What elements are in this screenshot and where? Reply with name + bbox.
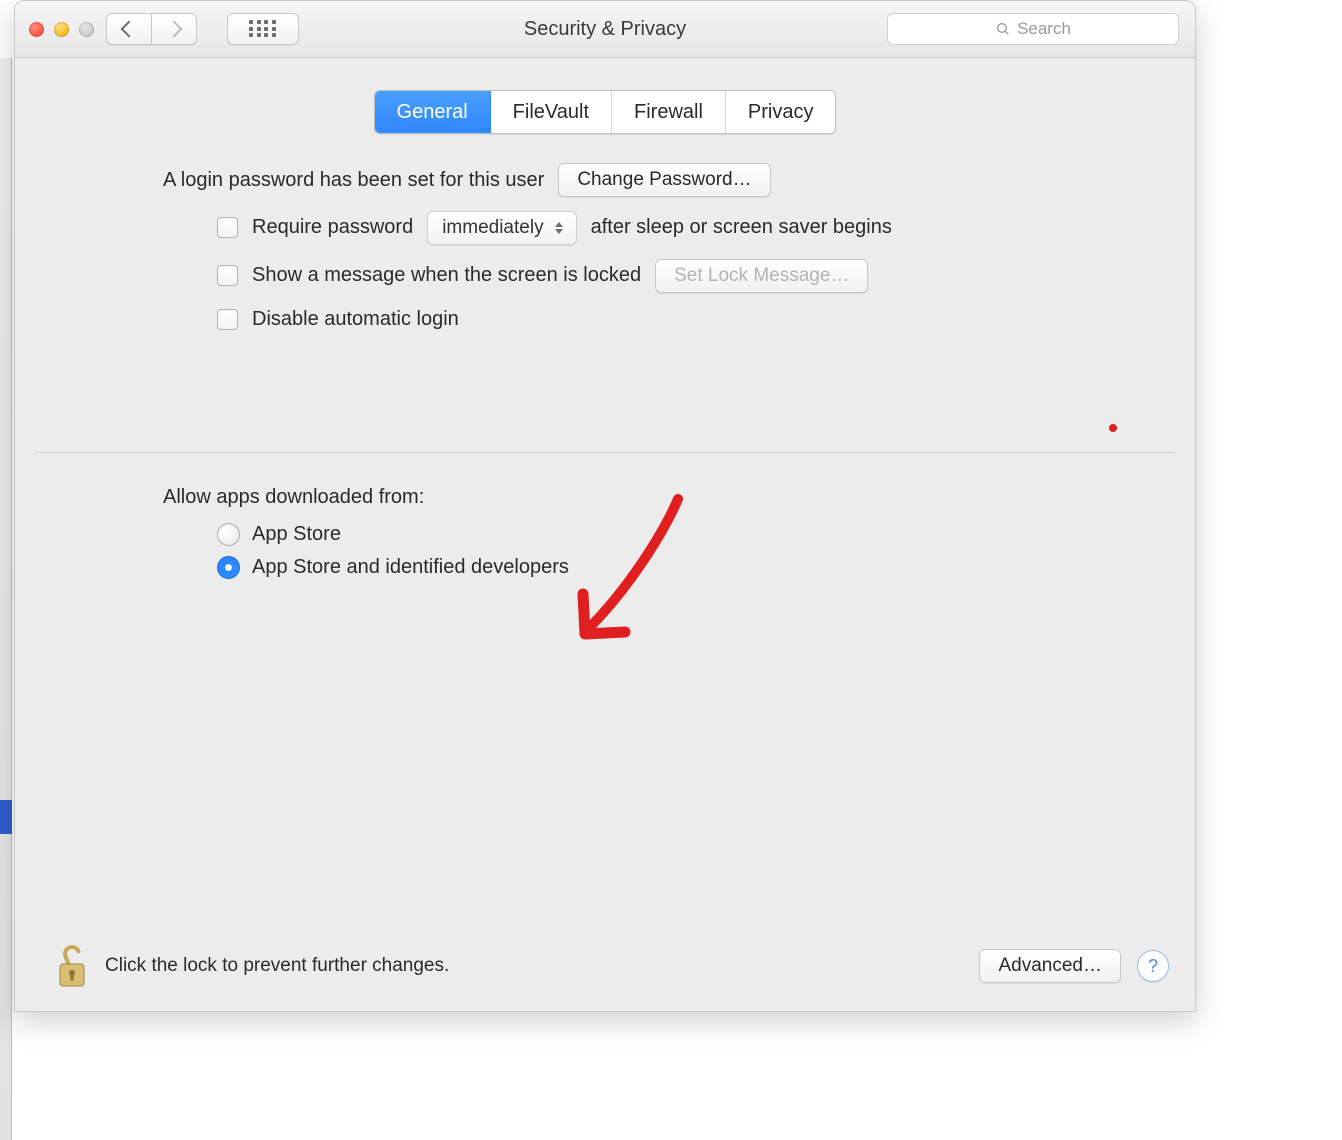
search-wrap: Search	[887, 13, 1179, 45]
zoom-window-button[interactable]	[79, 22, 94, 37]
tab-label: FileVault	[513, 101, 589, 124]
require-password-delay-popup[interactable]: immediately	[427, 211, 576, 245]
help-icon: ?	[1148, 956, 1158, 977]
updown-icon	[552, 219, 566, 237]
radio-label: App Store and identified developers	[252, 555, 569, 580]
search-input[interactable]: Search	[887, 13, 1179, 45]
require-password-row: Require password immediately after sleep…	[163, 211, 1057, 245]
chevron-left-icon	[121, 21, 138, 38]
minimize-window-button[interactable]	[54, 22, 69, 37]
peek-other-window	[0, 58, 12, 1140]
change-password-button[interactable]: Change Password…	[558, 163, 770, 197]
radio-button[interactable]	[217, 523, 240, 546]
advanced-button[interactable]: Advanced…	[979, 949, 1121, 983]
allow-apps-option-app-store[interactable]: App Store	[163, 522, 1057, 547]
chevron-right-icon	[166, 21, 183, 38]
disable-auto-login-checkbox[interactable]	[217, 309, 238, 330]
radio-button[interactable]	[217, 556, 240, 579]
lock-hint-text: Click the lock to prevent further change…	[105, 955, 449, 977]
lock-open-icon[interactable]	[55, 942, 89, 990]
tab-label: General	[397, 101, 468, 124]
annotation-dot	[1109, 424, 1117, 432]
tab-segmented-control: General FileVault Firewall Privacy	[374, 90, 837, 134]
search-icon	[995, 21, 1011, 37]
lock-message-row: Show a message when the screen is locked…	[163, 259, 1057, 293]
allow-apps-option-identified-developers[interactable]: App Store and identified developers	[163, 555, 1057, 580]
section-divider	[35, 452, 1175, 453]
tab-filevault[interactable]: FileVault	[491, 91, 612, 133]
set-lock-message-button[interactable]: Set Lock Message…	[655, 259, 868, 293]
peek-selection	[0, 800, 12, 834]
disable-auto-login-label: Disable automatic login	[252, 307, 459, 332]
tab-general[interactable]: General	[375, 91, 491, 133]
general-pane: A login password has been set for this u…	[33, 113, 1177, 580]
lock-message-checkbox[interactable]	[217, 265, 238, 286]
allow-apps-heading: Allow apps downloaded from:	[163, 485, 1057, 510]
search-placeholder: Search	[1017, 19, 1071, 39]
login-password-row: A login password has been set for this u…	[163, 163, 1057, 197]
forward-button[interactable]	[152, 13, 197, 45]
footer: Click the lock to prevent further change…	[15, 921, 1195, 1011]
window-controls	[25, 22, 94, 37]
require-password-suffix: after sleep or screen saver begins	[591, 215, 892, 240]
tab-firewall[interactable]: Firewall	[612, 91, 726, 133]
require-password-label: Require password	[252, 215, 413, 240]
tab-label: Privacy	[748, 101, 814, 124]
grid-icon	[249, 20, 277, 38]
require-password-checkbox[interactable]	[217, 217, 238, 238]
login-password-text: A login password has been set for this u…	[163, 168, 544, 193]
disable-auto-login-row: Disable automatic login	[163, 307, 1057, 332]
radio-label: App Store	[252, 522, 341, 547]
close-window-button[interactable]	[29, 22, 44, 37]
back-button[interactable]	[106, 13, 152, 45]
security-privacy-window: Security & Privacy Search General FileVa…	[14, 0, 1196, 1012]
tab-privacy[interactable]: Privacy	[726, 91, 836, 133]
tab-label: Firewall	[634, 101, 703, 124]
content-area: General FileVault Firewall Privacy A log…	[15, 58, 1195, 580]
titlebar: Security & Privacy Search	[15, 1, 1195, 58]
popup-value: immediately	[442, 216, 543, 240]
lock-message-label: Show a message when the screen is locked	[252, 263, 641, 288]
nav-buttons	[106, 13, 197, 45]
help-button[interactable]: ?	[1137, 950, 1169, 982]
show-all-prefs-button[interactable]	[227, 13, 299, 45]
